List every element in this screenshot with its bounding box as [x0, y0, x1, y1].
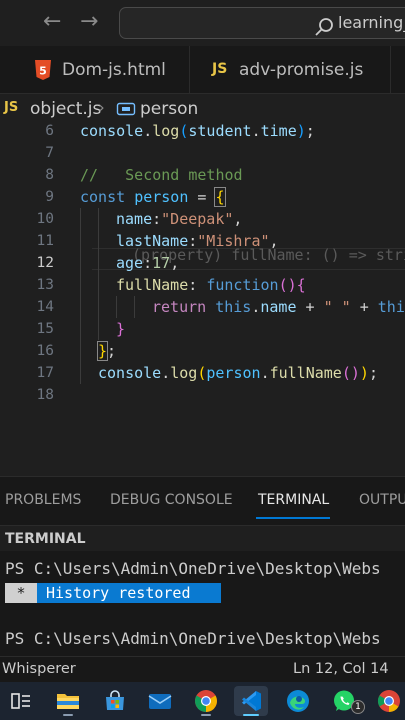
- tab-label: adv-promise.js: [239, 60, 364, 80]
- code-line-13: fullName: function(){: [116, 276, 306, 294]
- history-restored-banner: * History restored: [5, 583, 221, 603]
- bottom-panel: PROBLEMS DEBUG CONSOLE TERMINAL OUTPU TE…: [0, 476, 405, 656]
- tab-terminal[interactable]: TERMINAL: [258, 492, 329, 508]
- search-icon: [315, 18, 333, 36]
- windows-taskbar: 1: [0, 682, 405, 720]
- line-number: 9: [45, 189, 54, 205]
- breadcrumb-file[interactable]: object.js: [30, 99, 101, 119]
- line-number: 6: [45, 123, 54, 139]
- back-arrow-icon[interactable]: ←: [43, 9, 61, 34]
- forward-arrow-icon[interactable]: →: [80, 9, 98, 34]
- editor-tab-bar: 5 Dom-js.html JS adv-promise.js: [0, 46, 405, 94]
- line-number: 13: [36, 277, 54, 293]
- chrome-profile-icon: [378, 690, 400, 712]
- active-indicator: [243, 714, 259, 716]
- javascript-file-icon: JS: [4, 100, 19, 115]
- running-indicator: [63, 714, 73, 716]
- notification-badge: 1: [351, 700, 365, 714]
- vscode-button[interactable]: [234, 686, 268, 716]
- tab-problems[interactable]: PROBLEMS: [5, 492, 81, 508]
- vscode-icon: [242, 691, 261, 711]
- tab-output[interactable]: OUTPU: [359, 492, 405, 508]
- title-bar: ← → learning_: [0, 0, 405, 46]
- mail-button[interactable]: [143, 686, 177, 716]
- symbol-variable-icon: [116, 102, 136, 116]
- line-number: 11: [36, 233, 54, 249]
- edge-button[interactable]: [281, 686, 315, 716]
- line-number: 16: [36, 343, 54, 359]
- indent-guide: [98, 208, 99, 340]
- line-number: 8: [45, 167, 54, 183]
- status-whisperer[interactable]: Whisperer: [2, 661, 76, 677]
- code-line-12: age:17,: [116, 254, 180, 272]
- code-line-16: };: [96, 341, 117, 361]
- line-number: 18: [36, 387, 54, 403]
- code-line-9: const person = {: [80, 187, 226, 207]
- code-line-17: console.log(person.fullName());: [98, 364, 378, 382]
- tab-label: Dom-js.html: [62, 60, 166, 80]
- history-restored-text: History restored: [37, 583, 221, 603]
- whatsapp-button[interactable]: 1: [327, 686, 365, 716]
- running-indicator: [201, 714, 211, 716]
- code-line-15: }: [116, 320, 126, 338]
- line-number: 17: [36, 365, 54, 381]
- file-explorer-button[interactable]: [51, 686, 85, 716]
- code-editor[interactable]: 6 7 8 9 10 11 12 13 14 15 16 17 18 conso…: [0, 120, 405, 476]
- indent-guide: [80, 208, 81, 384]
- microsoft-store-button[interactable]: [98, 686, 132, 716]
- mail-icon: [148, 694, 172, 709]
- code-line-8-comment: // Second method: [80, 166, 243, 184]
- breadcrumb: JS object.js › person: [0, 96, 405, 122]
- terminal-prompt-line[interactable]: PS C:\Users\Admin\OneDrive\Desktop\Webs: [5, 559, 381, 578]
- code-line-14: return this.name + " " + this: [152, 298, 405, 316]
- line-number-active: 12: [36, 255, 54, 271]
- terminal-prompt-line[interactable]: PS C:\Users\Admin\OneDrive\Desktop\Webs: [5, 629, 381, 648]
- microsoft-store-icon: [106, 690, 124, 710]
- indent-guide: [134, 296, 135, 318]
- chrome-icon: [195, 690, 217, 712]
- status-bar: Whisperer Ln 12, Col 14: [0, 656, 405, 682]
- file-explorer-icon: [57, 694, 79, 709]
- status-cursor-position[interactable]: Ln 12, Col 14: [293, 661, 389, 677]
- code-line-6: console.log(student.time);: [80, 122, 315, 140]
- html5-icon: 5: [35, 60, 51, 80]
- line-number: 15: [36, 321, 54, 337]
- chevron-right-icon: ›: [98, 98, 105, 118]
- tab-debug-console[interactable]: DEBUG CONSOLE: [110, 492, 233, 508]
- edge-icon: [287, 690, 309, 712]
- chrome-button[interactable]: [189, 686, 223, 716]
- code-line-10: name:"Deepak",: [116, 210, 243, 228]
- breadcrumb-symbol[interactable]: person: [140, 99, 198, 119]
- task-view-icon: [11, 693, 30, 709]
- javascript-icon: JS: [212, 61, 228, 77]
- indent-guide: [116, 296, 117, 318]
- task-view-button[interactable]: [4, 686, 38, 716]
- line-number: 7: [45, 145, 54, 161]
- line-number: 10: [36, 211, 54, 227]
- tab-dom-js-html[interactable]: 5 Dom-js.html: [0, 46, 190, 94]
- terminal-header-label: TERMINAL: [5, 531, 86, 547]
- line-number: 14: [36, 299, 54, 315]
- terminal-header: TERMINAL: [0, 525, 405, 551]
- tab-adv-promise-js[interactable]: JS adv-promise.js: [191, 46, 391, 94]
- history-star: *: [5, 583, 37, 603]
- active-tab-indicator: [256, 517, 330, 519]
- chrome-profile-button[interactable]: [372, 686, 405, 716]
- svg-text:5: 5: [39, 65, 47, 78]
- command-center-text: learning_: [338, 13, 405, 32]
